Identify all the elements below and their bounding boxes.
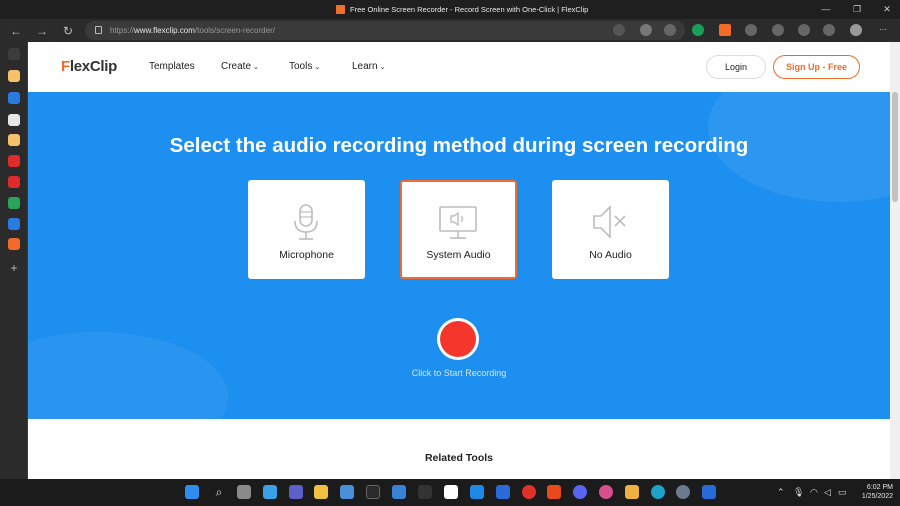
favorites-icon[interactable] [772,24,784,36]
restore-icon[interactable]: ❐ [842,0,872,19]
tab-bing-icon[interactable] [8,92,20,104]
lock-icon [95,26,102,34]
shield-icon[interactable] [823,24,835,36]
window-title: Free Online Screen Recorder - Record Scr… [350,5,589,14]
chevron-down-icon: ⌄ [314,64,321,71]
profile-avatar[interactable] [850,24,862,36]
minimize-icon[interactable]: — [811,0,841,19]
collections-icon[interactable] [798,24,810,36]
option-label: System Audio [426,249,491,261]
tab-favicon[interactable] [8,70,20,82]
option-label: No Audio [589,249,632,261]
tab-drive-icon[interactable] [8,197,20,209]
url-text: https://www.flexclip.com/tools/screen-re… [110,26,275,35]
more-menu-icon[interactable]: ⋯ [877,24,889,36]
new-tab-icon[interactable]: + [8,262,20,274]
reading-view-icon[interactable] [613,24,625,36]
signup-button[interactable]: Sign Up - Free [773,55,860,79]
microphone-icon [294,204,318,240]
option-no-audio[interactable]: No Audio [552,180,669,279]
flexclip-logo[interactable]: FlexClip [61,58,117,75]
speaker-muted-icon [593,205,626,239]
related-tools-heading: Related Tools [424,452,494,464]
browser-toolbar: ← → ↻ https://www.flexclip.com/tools/scr… [0,19,900,42]
extension-icon[interactable] [640,24,652,36]
settings-icon[interactable] [676,485,690,499]
page-scrollbar[interactable] [890,42,900,479]
app-icon[interactable] [470,485,484,499]
page-viewport: FlexClip Templates Create ⌄ Tools ⌄ Learn ⌄… [28,42,890,479]
tab-favicon[interactable] [8,114,20,126]
nav-tools[interactable]: Tools ⌄ [289,61,320,72]
app-icon[interactable] [702,485,716,499]
back-icon[interactable]: ← [8,23,24,39]
taskbar-clock[interactable]: 6:02 PM 1/25/2022 [843,483,893,501]
favorites-add-icon[interactable] [664,24,676,36]
clock-date: 1/25/2022 [861,493,893,500]
tab-flexclip-icon[interactable] [8,238,20,250]
clock-time: 6:02 PM [866,484,893,491]
windows-taskbar: ⌕ ⌃ 🎙 ◠ ◁ ▭ 6:02 PM 1/25/2022 [0,479,900,506]
login-button[interactable]: Login [706,55,766,79]
volume-icon[interactable]: ◁ [824,487,831,498]
search-icon[interactable]: ⌕ [212,485,226,499]
start-icon[interactable] [185,485,199,499]
epic-games-icon[interactable] [366,485,380,499]
hero-title: Select the audio recording method during… [169,134,749,157]
nav-templates[interactable]: Templates [149,61,195,72]
flexclip-favicon-icon [336,5,345,14]
scrollbar-thumb[interactable] [892,92,898,202]
teams-icon[interactable] [289,485,303,499]
grammarly-icon[interactable] [692,24,704,36]
app-icon[interactable] [599,485,613,499]
option-label: Microphone [279,249,334,261]
tab-youtube-icon[interactable] [8,155,20,167]
monitor-speaker-icon [439,206,477,239]
dropbox-icon[interactable] [496,485,510,499]
amazon-icon[interactable] [444,485,458,499]
tab-youtube-icon[interactable] [8,176,20,188]
start-recording-button[interactable] [440,321,476,357]
option-system-audio[interactable]: System Audio [400,180,517,279]
option-microphone[interactable]: Microphone [248,180,365,279]
tab-bing-icon[interactable] [8,218,20,230]
extension-badge-icon[interactable] [719,24,731,36]
task-view-icon[interactable] [237,485,251,499]
nav-create[interactable]: Create ⌄ [221,61,259,72]
app-icon[interactable] [625,485,639,499]
tab-favicon[interactable] [8,134,20,146]
hero-section: Select the audio recording method during… [28,92,890,419]
office-icon[interactable] [547,485,561,499]
file-explorer-icon[interactable] [314,485,328,499]
reload-icon[interactable]: ↻ [60,23,76,39]
nav-learn[interactable]: Learn ⌄ [352,61,385,72]
wifi-icon[interactable]: ◠ [810,487,818,498]
discord-icon[interactable] [573,485,587,499]
vertical-tab-strip: + [0,42,28,479]
extensions-icon[interactable] [745,24,757,36]
start-recording-label[interactable]: Click to Start Recording [28,368,890,378]
address-bar[interactable]: https://www.flexclip.com/tools/screen-re… [85,21,685,40]
site-header: FlexClip Templates Create ⌄ Tools ⌄ Learn ⌄… [28,42,890,92]
microphone-icon[interactable]: 🎙 [793,487,804,498]
opera-icon[interactable] [522,485,536,499]
chevron-down-icon: ⌄ [379,64,386,71]
store-icon[interactable] [340,485,354,499]
close-icon[interactable]: ✕ [872,0,900,19]
edge-icon[interactable] [651,485,665,499]
chevron-down-icon: ⌄ [253,64,259,71]
window-titlebar: Free Online Screen Recorder - Record Scr… [0,0,900,19]
app-icon[interactable] [418,485,432,499]
widgets-icon[interactable] [263,485,277,499]
forward-icon[interactable]: → [34,23,50,39]
chevron-up-icon[interactable]: ⌃ [777,487,785,498]
tab-actions-icon[interactable] [8,48,20,60]
mail-icon[interactable] [392,485,406,499]
